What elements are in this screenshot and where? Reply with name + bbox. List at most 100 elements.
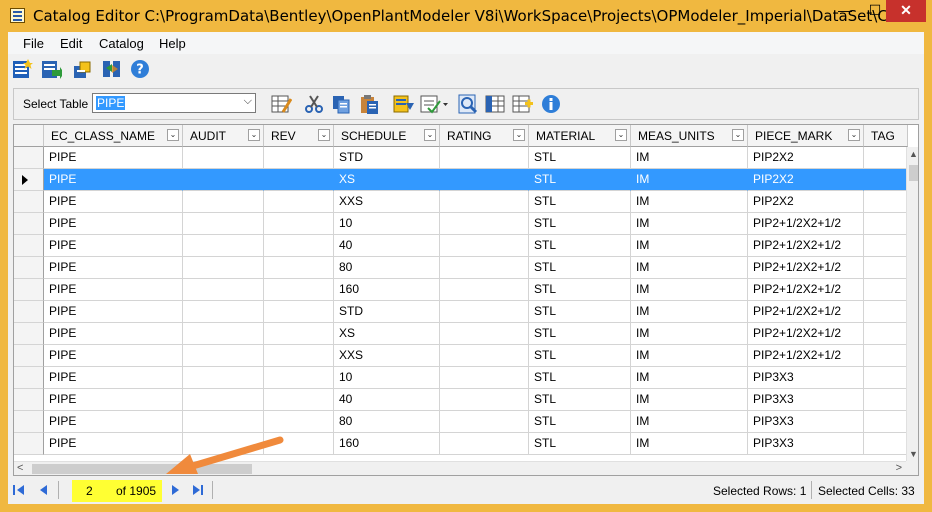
table-row[interactable]: PIPE 10 STL IM PIP3X3 bbox=[14, 367, 908, 389]
table-cell[interactable]: PIP3X3 bbox=[748, 411, 864, 433]
table-cell[interactable]: STL bbox=[529, 367, 631, 389]
row-header[interactable] bbox=[14, 191, 44, 213]
column-header-rev[interactable]: REV ⌄ bbox=[264, 125, 334, 147]
row-header[interactable] bbox=[14, 345, 44, 367]
table-cell[interactable] bbox=[183, 345, 264, 367]
table-cell[interactable]: IM bbox=[631, 279, 748, 301]
table-cell[interactable] bbox=[183, 301, 264, 323]
table-cell[interactable]: STL bbox=[529, 235, 631, 257]
table-cell[interactable]: XS bbox=[334, 169, 440, 191]
table-cell[interactable] bbox=[183, 389, 264, 411]
table-cell[interactable]: STD bbox=[334, 301, 440, 323]
table-row[interactable]: PIPE XS STL IM PIP2+1/2X2+1/2 bbox=[14, 323, 908, 345]
table-cell[interactable]: STL bbox=[529, 169, 631, 191]
table-cell[interactable] bbox=[183, 433, 264, 455]
table-cell[interactable] bbox=[264, 279, 334, 301]
compare-icon[interactable] bbox=[100, 58, 122, 80]
table-cell[interactable]: IM bbox=[631, 213, 748, 235]
table-cell[interactable]: IM bbox=[631, 257, 748, 279]
table-cell[interactable]: PIP2X2 bbox=[748, 191, 864, 213]
table-cell[interactable]: 80 bbox=[334, 257, 440, 279]
table-cell[interactable] bbox=[264, 169, 334, 191]
chevron-down-icon[interactable]: ⌵ bbox=[244, 95, 252, 108]
row-header[interactable] bbox=[14, 389, 44, 411]
table-cell[interactable]: PIP2+1/2X2+1/2 bbox=[748, 257, 864, 279]
table-cell[interactable] bbox=[440, 411, 529, 433]
table-cell[interactable]: PIP2X2 bbox=[748, 147, 864, 169]
table-cell[interactable]: IM bbox=[631, 367, 748, 389]
table-cell[interactable]: PIPE bbox=[44, 301, 183, 323]
table-row[interactable]: PIPE 10 STL IM PIP2+1/2X2+1/2 bbox=[14, 213, 908, 235]
column-header-ec-class-name[interactable]: EC_CLASS_NAME ⌄ bbox=[44, 125, 183, 147]
table-cell[interactable]: PIP2+1/2X2+1/2 bbox=[748, 235, 864, 257]
table-cell[interactable] bbox=[264, 301, 334, 323]
column-filter-icon[interactable]: ⌄ bbox=[167, 129, 179, 141]
row-header[interactable] bbox=[14, 411, 44, 433]
table-cell[interactable]: IM bbox=[631, 345, 748, 367]
table-cell[interactable]: IM bbox=[631, 389, 748, 411]
table-row[interactable]: PIPE XXS STL IM PIP2X2 bbox=[14, 191, 908, 213]
minimize-button[interactable]: — bbox=[830, 0, 860, 22]
table-cell[interactable] bbox=[183, 257, 264, 279]
new-catalog-icon[interactable] bbox=[11, 58, 33, 80]
scroll-up-icon[interactable]: ▲ bbox=[907, 149, 918, 159]
scroll-right-icon[interactable]: > bbox=[896, 462, 902, 474]
table-cell[interactable]: PIPE bbox=[44, 257, 183, 279]
row-header[interactable] bbox=[14, 213, 44, 235]
table-cell[interactable] bbox=[264, 213, 334, 235]
table-cell[interactable]: PIPE bbox=[44, 411, 183, 433]
table-cell[interactable] bbox=[864, 147, 908, 169]
table-cell[interactable] bbox=[264, 257, 334, 279]
column-header-meas-units[interactable]: MEAS_UNITS ⌄ bbox=[631, 125, 748, 147]
find-icon[interactable] bbox=[457, 93, 479, 115]
table-cell[interactable]: STL bbox=[529, 345, 631, 367]
table-cell[interactable]: PIPE bbox=[44, 169, 183, 191]
row-header[interactable] bbox=[14, 279, 44, 301]
table-row[interactable]: PIPE 80 STL IM PIP3X3 bbox=[14, 411, 908, 433]
table-cell[interactable]: PIP2X2 bbox=[748, 169, 864, 191]
table-cell[interactable] bbox=[440, 367, 529, 389]
table-row[interactable]: PIPE XS STL IM PIP2X2 bbox=[14, 169, 908, 191]
table-cell[interactable]: 160 bbox=[334, 279, 440, 301]
table-cell[interactable] bbox=[183, 279, 264, 301]
column-header-tag[interactable]: TAG bbox=[864, 125, 908, 147]
table-cell[interactable] bbox=[864, 279, 908, 301]
table-cell[interactable]: IM bbox=[631, 323, 748, 345]
table-cell[interactable] bbox=[864, 257, 908, 279]
column-header-audit[interactable]: AUDIT ⌄ bbox=[183, 125, 264, 147]
column-view-icon[interactable] bbox=[484, 93, 506, 115]
table-cell[interactable]: PIPE bbox=[44, 389, 183, 411]
table-cell[interactable] bbox=[440, 279, 529, 301]
table-cell[interactable]: PIP3X3 bbox=[748, 367, 864, 389]
table-cell[interactable]: STL bbox=[529, 389, 631, 411]
column-header-piece-mark[interactable]: PIECE_MARK ⌄ bbox=[748, 125, 864, 147]
table-cell[interactable] bbox=[264, 147, 334, 169]
table-cell[interactable] bbox=[864, 411, 908, 433]
table-cell[interactable] bbox=[183, 147, 264, 169]
table-cell[interactable]: STL bbox=[529, 191, 631, 213]
table-cell[interactable]: 10 bbox=[334, 367, 440, 389]
table-cell[interactable]: PIPE bbox=[44, 191, 183, 213]
table-cell[interactable]: PIP3X3 bbox=[748, 389, 864, 411]
move-last-icon[interactable] bbox=[191, 483, 205, 497]
table-cell[interactable] bbox=[183, 169, 264, 191]
table-cell[interactable] bbox=[440, 433, 529, 455]
table-cell[interactable]: IM bbox=[631, 301, 748, 323]
table-cell[interactable] bbox=[864, 433, 908, 455]
table-cell[interactable] bbox=[440, 257, 529, 279]
info-icon[interactable] bbox=[540, 93, 562, 115]
select-table-combobox[interactable]: PIPE ⌵ bbox=[92, 93, 256, 113]
column-filter-icon[interactable]: ⌄ bbox=[248, 129, 260, 141]
row-header[interactable] bbox=[14, 169, 44, 191]
table-cell[interactable] bbox=[183, 213, 264, 235]
edit-table-icon[interactable] bbox=[270, 93, 293, 115]
table-cell[interactable] bbox=[440, 389, 529, 411]
close-button[interactable]: ✕ bbox=[886, 0, 926, 22]
vertical-scrollbar[interactable]: ▲ ▼ bbox=[906, 147, 918, 461]
table-cell[interactable]: IM bbox=[631, 191, 748, 213]
cut-icon[interactable] bbox=[303, 93, 325, 115]
table-cell[interactable] bbox=[183, 323, 264, 345]
table-cell[interactable] bbox=[183, 411, 264, 433]
table-cell[interactable]: PIPE bbox=[44, 345, 183, 367]
table-cell[interactable] bbox=[864, 213, 908, 235]
